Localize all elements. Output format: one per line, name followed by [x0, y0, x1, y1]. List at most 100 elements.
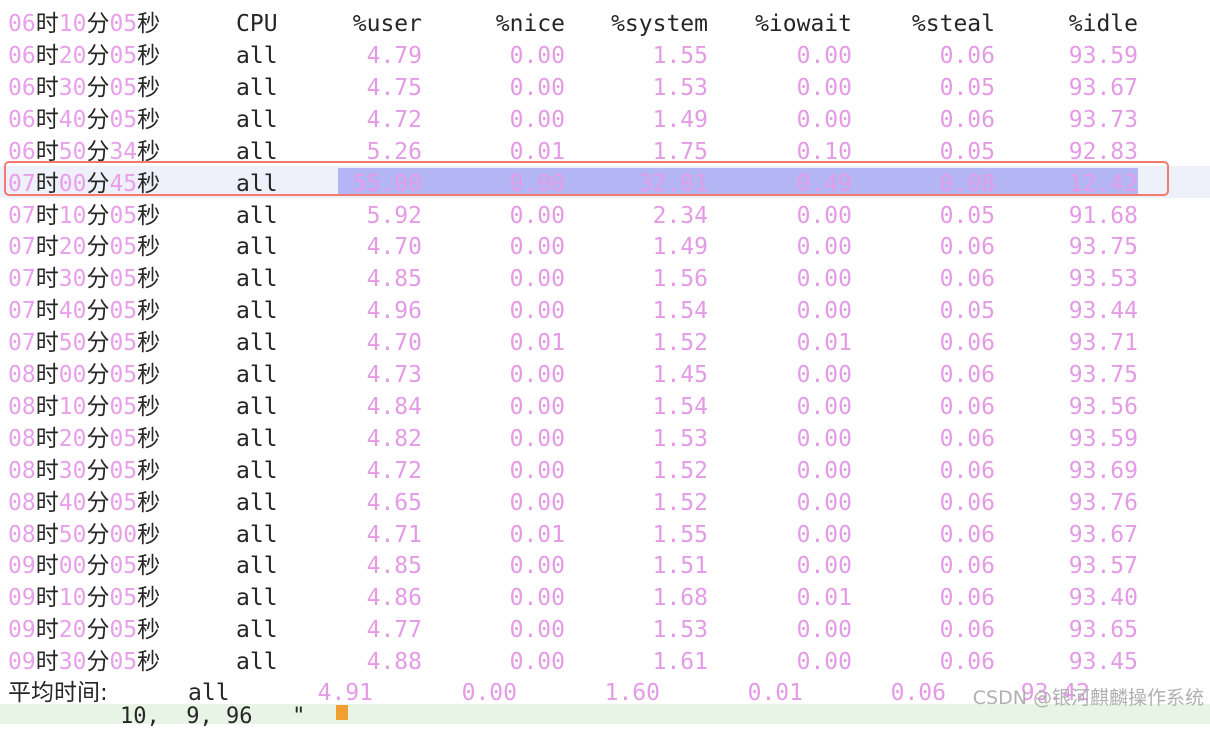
row-iowait: 0.00: [796, 425, 852, 452]
header-cpu: CPU: [236, 11, 278, 37]
terminal-view[interactable]: 06时10分05秒 CPU %user %nice %system %iowai…: [0, 0, 1210, 728]
spike-highlight-box: [4, 161, 1169, 196]
header-system: %system: [611, 11, 708, 37]
row-cpu: all: [236, 585, 278, 612]
row-steal: 0.06: [939, 585, 995, 612]
row-idle: 91.68: [1068, 202, 1138, 229]
table-row: 08时20分05秒 all 4.82 0.00 1.53 0.00 0.06 93.59: [0, 423, 1210, 455]
table-row: 09时30分05秒 all 4.88 0.00 1.61 0.00 0.06 93.45: [0, 646, 1210, 678]
row-steal: 0.06: [939, 234, 995, 261]
table-header: 06时10分05秒 CPU %user %nice %system %iowai…: [0, 8, 1210, 40]
row-user: 4.77: [366, 617, 422, 644]
row-user: 4.70: [366, 330, 422, 357]
row-iowait: 0.00: [796, 521, 852, 548]
row-nice: 0.00: [509, 617, 565, 644]
row-steal: 0.06: [939, 425, 995, 452]
row-time: 08时20分05秒: [8, 425, 161, 452]
row-system: 1.49: [652, 234, 708, 261]
row-iowait: 0.00: [796, 617, 852, 644]
row-user: 4.70: [366, 234, 422, 261]
row-idle: 93.44: [1068, 298, 1138, 325]
row-nice: 0.00: [509, 362, 565, 388]
row-cpu: all: [236, 43, 278, 69]
row-idle: 93.76: [1068, 489, 1138, 516]
row-idle: 93.67: [1068, 74, 1138, 101]
row-user: 4.79: [366, 43, 422, 69]
row-steal: 0.06: [939, 43, 995, 69]
row-iowait: 0.00: [796, 74, 852, 101]
row-steal: 0.05: [939, 298, 995, 325]
row-idle: 93.75: [1068, 234, 1138, 261]
row-iowait: 0.00: [796, 106, 852, 133]
row-system: 1.61: [652, 649, 708, 676]
row-user: 4.73: [366, 362, 422, 388]
row-time: 07时30分05秒: [8, 266, 161, 293]
row-user: 4.65: [366, 489, 422, 516]
row-system: 1.49: [652, 106, 708, 133]
row-idle: 93.73: [1068, 106, 1138, 133]
row-steal: 0.05: [939, 74, 995, 101]
row-idle: 93.59: [1068, 425, 1138, 452]
row-steal: 0.06: [939, 266, 995, 293]
table-row: 07时20分05秒 all 4.70 0.00 1.49 0.00 0.06 93.75: [0, 231, 1210, 263]
row-time: 07时20分05秒: [8, 234, 161, 261]
table-row: 07时40分05秒 all 4.96 0.00 1.54 0.00 0.05 93.44: [0, 295, 1210, 327]
table-row: 08时00分05秒 all 4.73 0.00 1.45 0.00 0.06 93.75: [0, 359, 1210, 391]
row-time: 08时30分05秒: [8, 457, 161, 484]
row-iowait: 0.00: [796, 202, 852, 229]
row-idle: 93.69: [1068, 457, 1138, 484]
row-nice: 0.00: [509, 489, 565, 516]
row-cpu: all: [236, 617, 278, 644]
header-nice: %nice: [495, 11, 565, 37]
row-system: 1.55: [652, 521, 708, 548]
header-steal: %steal: [911, 11, 995, 37]
row-system: 1.55: [652, 43, 708, 69]
row-system: 1.45: [652, 362, 708, 388]
row-iowait: 0.00: [796, 266, 852, 293]
row-cpu: all: [236, 74, 278, 101]
row-nice: 0.00: [509, 553, 565, 580]
row-steal: 0.06: [939, 362, 995, 388]
row-cpu: all: [236, 425, 278, 452]
header-user: %user: [352, 11, 422, 37]
row-system: 1.54: [652, 298, 708, 325]
row-nice: 0.00: [509, 202, 565, 229]
watermark: CSDN @银河麒麟操作系统: [972, 687, 1204, 709]
row-system: 1.53: [652, 425, 708, 452]
row-iowait: 0.00: [796, 43, 852, 69]
row-system: 2.34: [652, 202, 708, 229]
row-cpu: all: [236, 457, 278, 484]
table-row: 07时30分05秒 all 4.85 0.00 1.56 0.00 0.06 93.53: [0, 263, 1210, 295]
row-steal: 0.06: [939, 489, 995, 516]
row-idle: 93.45: [1068, 649, 1138, 676]
row-user: 4.82: [366, 425, 422, 452]
row-idle: 93.75: [1068, 362, 1138, 388]
table-row: 09时20分05秒 all 4.77 0.00 1.53 0.00 0.06 93.65: [0, 614, 1210, 646]
table-row: 06时20分05秒 all 4.79 0.00 1.55 0.00 0.06 93.59: [0, 40, 1210, 72]
row-idle: 93.65: [1068, 617, 1138, 644]
table-row: 08时30分05秒 all 4.72 0.00 1.52 0.00 0.06 93.69: [0, 455, 1210, 487]
row-user: 4.72: [366, 106, 422, 133]
row-cpu: all: [236, 649, 278, 676]
row-cpu: all: [236, 266, 278, 293]
row-system: 1.51: [652, 553, 708, 580]
row-iowait: 0.00: [796, 298, 852, 325]
row-system: 1.52: [652, 489, 708, 516]
row-nice: 0.00: [509, 649, 565, 676]
row-idle: 93.57: [1068, 553, 1138, 580]
row-iowait: 0.00: [796, 393, 852, 420]
row-idle: 93.71: [1068, 330, 1138, 357]
row-idle: 93.40: [1068, 585, 1138, 612]
row-steal: 0.06: [939, 617, 995, 644]
row-idle: 93.59: [1068, 43, 1138, 69]
row-cpu: all: [236, 330, 278, 357]
row-nice: 0.00: [509, 43, 565, 69]
row-cpu: all: [236, 553, 278, 580]
row-system: 1.53: [652, 74, 708, 101]
table-row: 08时40分05秒 all 4.65 0.00 1.52 0.00 0.06 93.76: [0, 487, 1210, 519]
row-nice: 0.01: [509, 330, 565, 357]
table-row: 09时10分05秒 all 4.86 0.00 1.68 0.01 0.06 93.40: [0, 582, 1210, 614]
row-nice: 0.00: [509, 585, 565, 612]
row-cpu: all: [236, 202, 278, 229]
row-steal: 0.06: [939, 106, 995, 133]
